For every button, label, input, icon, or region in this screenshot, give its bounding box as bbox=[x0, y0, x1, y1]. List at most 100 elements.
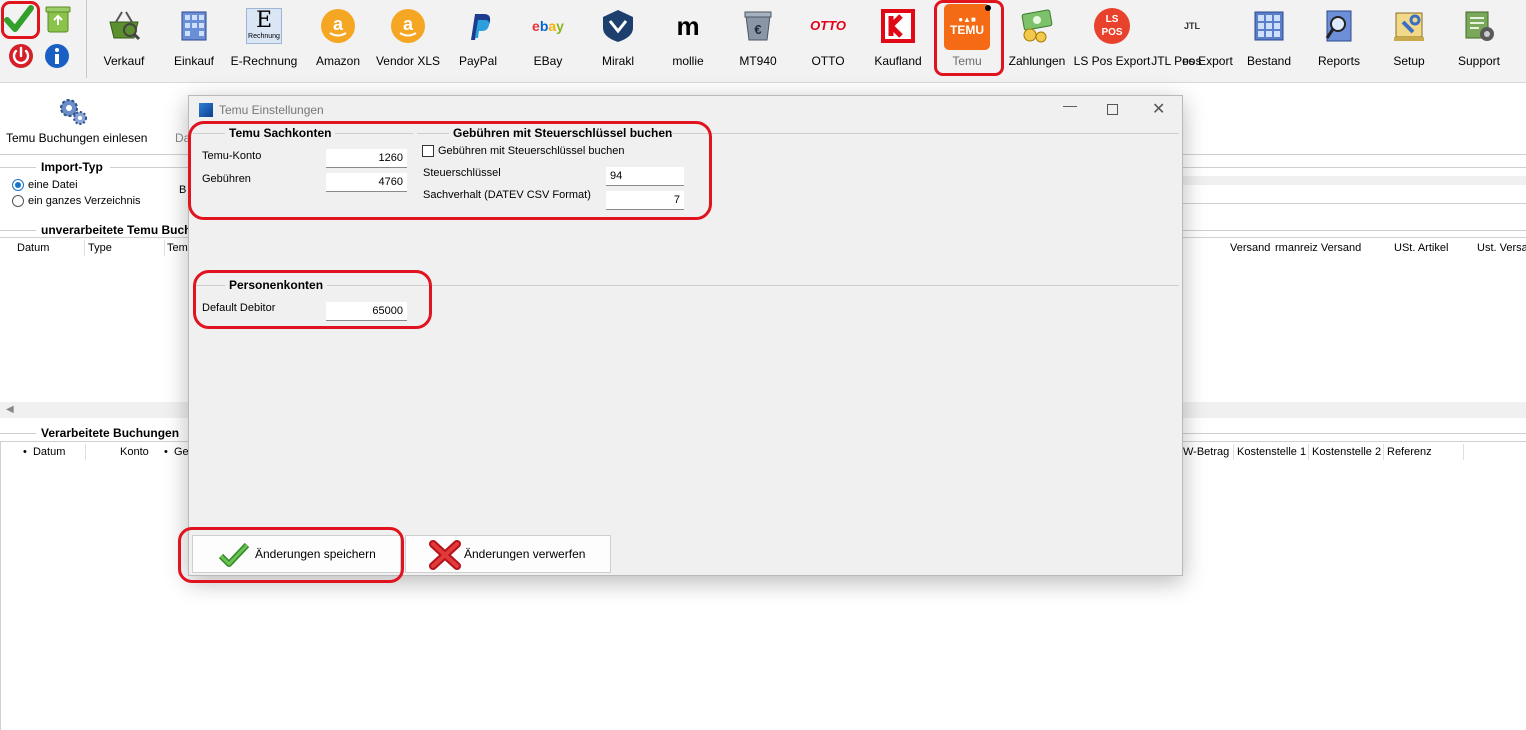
column-divider bbox=[164, 240, 165, 256]
amazon-icon: a bbox=[390, 8, 426, 44]
column-divider bbox=[1463, 444, 1464, 460]
jtl-pos-icon: JTL POS bbox=[1182, 21, 1202, 67]
amazon-icon: a bbox=[320, 8, 356, 44]
minimize-icon[interactable]: — bbox=[1063, 97, 1077, 113]
column-header[interactable]: Kostenstelle 1 bbox=[1237, 446, 1306, 458]
paypal-icon bbox=[460, 8, 496, 44]
ls-pos-icon: LS POS bbox=[1094, 8, 1130, 44]
cut-label: B bbox=[179, 184, 187, 196]
mt940-icon: € bbox=[740, 8, 776, 44]
toolbar-mirakl-button[interactable]: Mirakl bbox=[583, 0, 653, 78]
toolbar-label: Support bbox=[1457, 54, 1501, 68]
column-divider bbox=[84, 240, 85, 256]
column-divider bbox=[1233, 444, 1234, 460]
column-header[interactable]: Referenz bbox=[1387, 446, 1432, 458]
toolbar-zahlungen-button[interactable]: Zahlungen bbox=[1002, 0, 1072, 78]
power-icon[interactable] bbox=[7, 42, 35, 70]
svg-text:a: a bbox=[333, 14, 344, 34]
toolbar-vendor-xls-button[interactable]: a Vendor XLS bbox=[373, 0, 443, 78]
gears-icon[interactable] bbox=[57, 96, 89, 128]
group-line bbox=[671, 133, 1179, 134]
discard-button-label: Änderungen verwerfen bbox=[464, 547, 586, 561]
svg-text:€: € bbox=[754, 22, 761, 37]
radio-single-file[interactable] bbox=[12, 179, 24, 191]
reports-icon bbox=[1321, 8, 1357, 44]
import-path-area bbox=[1182, 176, 1526, 185]
column-header[interactable]: Datum bbox=[17, 242, 49, 254]
column-header[interactable]: rmanreiz Versand bbox=[1275, 242, 1361, 254]
app-icon bbox=[199, 103, 213, 117]
toolbar-e-rechnung-button[interactable]: E Rechnung E-Rechnung bbox=[229, 0, 299, 78]
column-header[interactable]: Konto bbox=[120, 446, 149, 458]
toolbar-setup-button[interactable]: Setup bbox=[1374, 0, 1444, 78]
column-header[interactable]: Kostenstelle 2 bbox=[1312, 446, 1382, 458]
x-icon bbox=[429, 540, 461, 570]
column-header[interactable]: USt. Artikel bbox=[1394, 242, 1448, 254]
toolbar-verkauf-button[interactable]: Verkauf bbox=[89, 0, 159, 78]
import-type-title: Import-Typ bbox=[41, 160, 103, 174]
toolbar-label: LS Pos Export bbox=[1073, 54, 1151, 68]
radio-dot bbox=[15, 182, 21, 188]
divider bbox=[1182, 433, 1526, 434]
toolbar-ebay-button[interactable]: ebay EBay bbox=[513, 0, 583, 78]
toolbar-label: E-Rechnung bbox=[230, 54, 298, 68]
column-header[interactable]: • Ge bbox=[164, 446, 189, 458]
column-divider bbox=[1308, 444, 1309, 460]
column-header[interactable]: Versand bbox=[1230, 242, 1270, 254]
toolbar-bestand-button[interactable]: Bestand bbox=[1234, 0, 1304, 78]
toolbar-jtl-pos-button[interactable]: JTL POS JTL Pos Export bbox=[1151, 0, 1233, 78]
discard-changes-button[interactable]: Änderungen verwerfen bbox=[405, 535, 611, 573]
highlight-check bbox=[1, 1, 40, 39]
toolbar-label: JTL Pos Export bbox=[1151, 54, 1233, 68]
radio-directory-label: ein ganzes Verzeichnis bbox=[28, 195, 141, 207]
toolbar-mt940-button[interactable]: € MT940 bbox=[723, 0, 793, 78]
money-icon bbox=[1019, 8, 1055, 44]
e-rechnung-icon: E Rechnung bbox=[246, 8, 282, 44]
setup-icon bbox=[1391, 8, 1427, 44]
toolbar-amazon-button[interactable]: a Amazon bbox=[303, 0, 373, 78]
highlight-save bbox=[178, 527, 404, 583]
toolbar-reports-button[interactable]: Reports bbox=[1304, 0, 1374, 78]
group-line bbox=[327, 285, 1179, 286]
building-icon bbox=[1251, 8, 1287, 44]
scroll-left-icon[interactable]: ◀ bbox=[6, 404, 14, 415]
toolbar-mollie-button[interactable]: m mollie bbox=[653, 0, 723, 78]
ebay-icon: ebay bbox=[530, 8, 566, 44]
svg-text:a: a bbox=[403, 14, 414, 34]
column-header[interactable]: • Datum bbox=[23, 446, 65, 458]
divider bbox=[1182, 230, 1526, 231]
toolbar-paypal-button[interactable]: PayPal bbox=[443, 0, 513, 78]
recycle-bin-icon[interactable] bbox=[44, 4, 72, 34]
radio-directory[interactable] bbox=[12, 195, 24, 207]
divider bbox=[0, 433, 36, 434]
divider bbox=[0, 230, 36, 231]
column-divider bbox=[1383, 444, 1384, 460]
unprocessed-title: unverarbeitete Temu Buch bbox=[41, 223, 192, 237]
column-header-label: Datum bbox=[32, 446, 66, 458]
radio-single-file-label: eine Datei bbox=[28, 179, 78, 191]
column-header[interactable]: Ust. Versa bbox=[1477, 242, 1526, 254]
column-header[interactable]: Type bbox=[88, 242, 112, 254]
processed-title: Verarbeitete Buchungen bbox=[41, 426, 180, 440]
column-header[interactable]: W-Betrag bbox=[1183, 446, 1229, 458]
toolbar-otto-button[interactable]: OTTO OTTO bbox=[793, 0, 863, 78]
mirakl-icon bbox=[600, 8, 636, 44]
toolbar-einkauf-button[interactable]: Einkauf bbox=[159, 0, 229, 78]
toolbar-support-button[interactable]: Support bbox=[1444, 0, 1514, 78]
ebay-icon-text: ebay bbox=[532, 18, 564, 34]
dialog-title: Temu Einstellungen bbox=[219, 103, 324, 117]
temu-settings-dialog: Temu Einstellungen — ✕ Temu Sachkonten T… bbox=[178, 95, 1183, 583]
divider bbox=[0, 167, 36, 168]
toolbar-ls-pos-button[interactable]: LS POS LS Pos Export bbox=[1074, 0, 1150, 78]
highlight-temu bbox=[934, 0, 1004, 76]
close-icon[interactable]: ✕ bbox=[1152, 99, 1165, 119]
toolbar-label: Zahlungen bbox=[1008, 54, 1066, 68]
highlight-personen bbox=[193, 270, 432, 329]
e-rechnung-icon-sub: Rechnung bbox=[248, 33, 280, 40]
dialog-titlebar[interactable]: Temu Einstellungen — ✕ bbox=[189, 96, 1182, 124]
toolbar-kaufland-button[interactable]: Kaufland bbox=[863, 0, 933, 78]
import-bookings-button[interactable]: Temu Buchungen einlesen bbox=[6, 131, 147, 145]
maximize-icon[interactable] bbox=[1107, 104, 1118, 115]
highlight-konten bbox=[188, 121, 712, 220]
info-icon[interactable] bbox=[43, 42, 71, 70]
